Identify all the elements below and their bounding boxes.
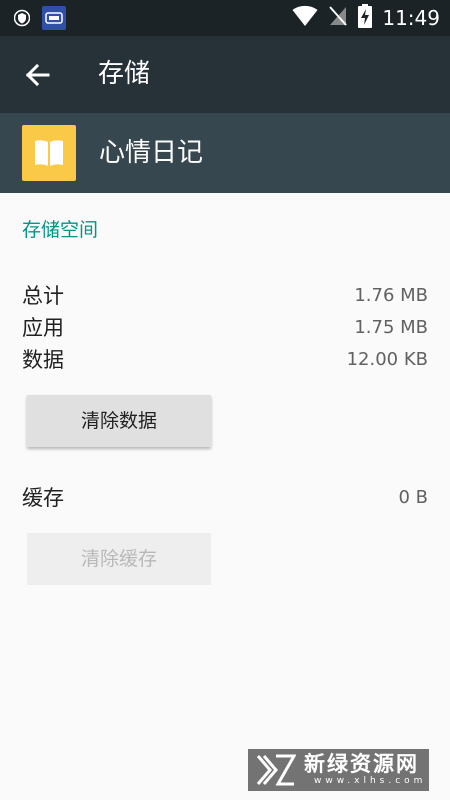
row-value: 12.00 KB: [346, 349, 428, 370]
storage-row-app: 应用 1.75 MB: [22, 312, 428, 344]
storage-row-data: 数据 12.00 KB: [22, 344, 428, 376]
storage-row-cache: 缓存 0 B: [22, 482, 428, 514]
status-bar: 11:49: [0, 0, 450, 36]
row-value: 0 B: [398, 487, 428, 508]
watermark-subtext: www.xlhs.com: [314, 776, 427, 786]
watermark: 新绿资源网 www.xlhs.com: [248, 749, 429, 791]
arrow-back-icon[interactable]: [22, 60, 54, 90]
clear-cache-button: 清除缓存: [27, 533, 211, 585]
app-header: 心情日记: [0, 113, 450, 193]
page-title: 存储: [98, 59, 151, 89]
row-label: 缓存: [22, 486, 64, 510]
clock: 11:49: [382, 6, 440, 30]
battery-charging-icon: [358, 4, 373, 32]
row-label: 数据: [22, 348, 64, 372]
row-value: 1.76 MB: [354, 285, 428, 306]
notification-app-icon: [42, 6, 66, 34]
row-label: 总计: [22, 284, 64, 308]
row-label: 应用: [22, 316, 64, 340]
clear-data-button[interactable]: 清除数据: [27, 395, 211, 447]
storage-row-total: 总计 1.76 MB: [22, 280, 428, 312]
shield-icon: [13, 9, 31, 31]
toolbar: 存储: [0, 36, 450, 113]
app-name: 心情日记: [99, 138, 204, 168]
row-value: 1.75 MB: [354, 317, 428, 338]
book-icon: [35, 140, 63, 166]
app-icon: [22, 125, 76, 181]
wifi-icon: [292, 5, 318, 31]
no-sim-icon: [328, 5, 348, 31]
watermark-text: 新绿资源网: [304, 752, 419, 776]
section-title-storage: 存储空间: [22, 219, 99, 241]
watermark-logo-icon: [256, 754, 296, 786]
